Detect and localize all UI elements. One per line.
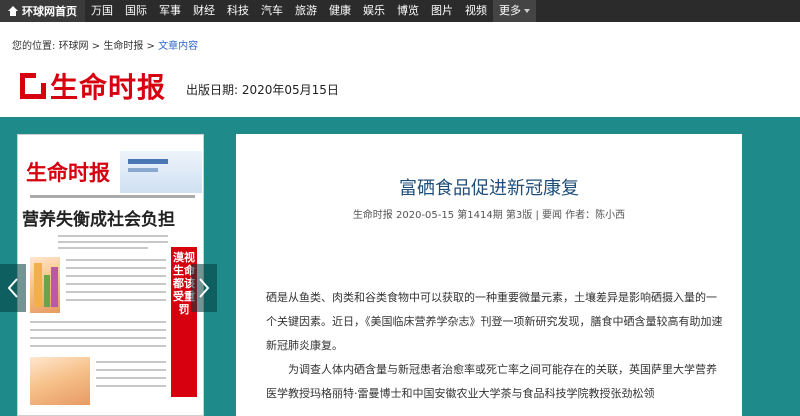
top-nav-bar: 环球网首页 万国 国际 军事 财经 科技 汽车 旅游 健康 娱乐 博览 图片 视…	[0, 0, 800, 22]
article-title: 富硒食品促进新冠康复	[399, 178, 579, 199]
breadcrumb-separator: >	[146, 41, 155, 52]
home-link-label: 环球网首页	[22, 5, 77, 18]
nav-more-label: 更多	[499, 4, 521, 17]
paper-photo	[30, 257, 60, 313]
paper-text-line	[66, 283, 166, 285]
home-icon	[8, 6, 18, 16]
chevron-left-icon	[7, 278, 18, 298]
paper-text-line	[66, 291, 166, 293]
breadcrumb-prefix: 您的位置:	[12, 41, 56, 52]
nav-item-auto[interactable]: 汽车	[255, 0, 289, 22]
paper-header-ad	[120, 151, 202, 193]
paper-rule	[30, 195, 195, 198]
paper-text-line	[30, 329, 166, 331]
paper-text-line	[30, 321, 166, 323]
paper-text-line	[58, 241, 168, 243]
nav-item-travel[interactable]: 旅游	[289, 0, 323, 22]
breadcrumb-current[interactable]: 文章内容	[158, 41, 198, 52]
article-meta: 生命时报 2020-05-15 第1414期 第3版 | 要闻 作者：陈小西	[352, 210, 626, 221]
paper-text-line	[66, 275, 166, 277]
nav-item-health[interactable]: 健康	[323, 0, 357, 22]
breadcrumb-separator: >	[91, 41, 101, 52]
logo-text: 生命时报	[50, 71, 167, 104]
paper-text-line	[58, 235, 168, 237]
caret-down-icon	[524, 9, 530, 13]
paper-text-line	[66, 299, 166, 301]
chevron-right-icon	[199, 278, 210, 298]
publication-date: 出版日期: 2020年05月15日	[186, 83, 339, 97]
article-body: 硒是从鱼类、肉类和谷类食物中可以获取的一种重要微量元素，土壤差异是影响硒摄入量的…	[266, 286, 726, 406]
nav-item-international[interactable]: 国际	[119, 0, 153, 22]
nav-item-finance[interactable]: 财经	[187, 0, 221, 22]
paper-text-line	[96, 369, 166, 371]
next-page-button[interactable]	[191, 264, 217, 312]
paper-text-line	[66, 267, 166, 269]
logo-mark-icon	[20, 73, 46, 99]
article-panel: 富硒食品促进新冠康复 生命时报 2020-05-15 第1414期 第3版 | …	[236, 134, 742, 416]
home-link[interactable]: 环球网首页	[0, 0, 85, 22]
nav-more-menu[interactable]: 更多	[493, 0, 536, 22]
nav-item-video[interactable]: 视频	[459, 0, 493, 22]
newspaper-page-thumbnail[interactable]: 生命时报 营养失衡成社会负担 漠视生命都该受重罚	[17, 134, 204, 416]
paper-text-line	[96, 385, 166, 387]
breadcrumb: 您的位置: 环球网 > 生命时报 > 文章内容	[12, 37, 198, 52]
paper-headline: 营养失衡成社会负担	[22, 210, 175, 230]
breadcrumb-link-life-times[interactable]: 生命时报	[103, 41, 143, 52]
paper-text-line	[96, 361, 166, 363]
breadcrumb-link-huanqiu[interactable]: 环球网	[59, 41, 89, 52]
nav-item-expo[interactable]: 博览	[391, 0, 425, 22]
nav-item-military[interactable]: 军事	[153, 0, 187, 22]
prev-page-button[interactable]	[0, 264, 26, 312]
nav-item-pictures[interactable]: 图片	[425, 0, 459, 22]
nav-item-wanguo[interactable]: 万国	[85, 0, 119, 22]
paper-text-line	[30, 345, 166, 347]
paper-text-line	[58, 247, 148, 249]
paper-text-line	[66, 259, 166, 261]
nav-item-entertainment[interactable]: 娱乐	[357, 0, 391, 22]
paper-photo	[30, 357, 90, 405]
paper-text-line	[96, 377, 166, 379]
masthead-logo[interactable]: 生命时报	[20, 66, 166, 106]
paper-text-line	[30, 337, 166, 339]
paper-title: 生命时报	[26, 160, 110, 185]
nav-item-tech[interactable]: 科技	[221, 0, 255, 22]
article-paragraph: 硒是从鱼类、肉类和谷类食物中可以获取的一种重要微量元素，土壤差异是影响硒摄入量的…	[266, 291, 723, 352]
article-paragraph: 为调查人体内硒含量与新冠患者治愈率或死亡率之间可能存在的关联，英国萨里大学营养医…	[266, 363, 717, 400]
